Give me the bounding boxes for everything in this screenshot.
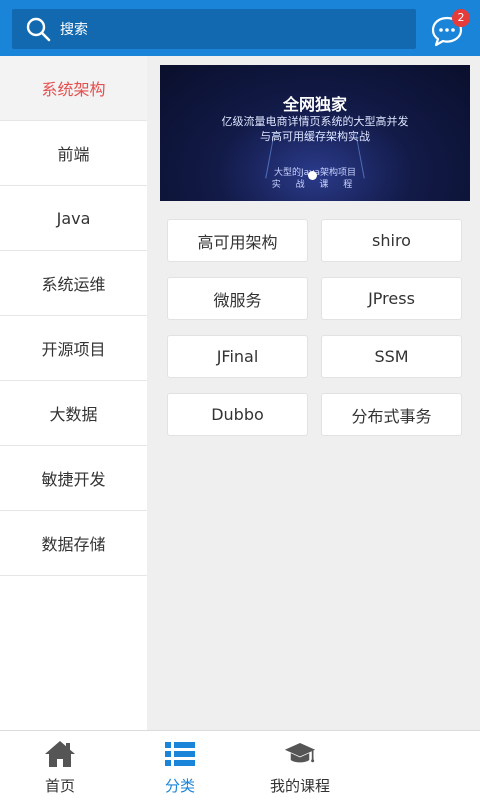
nav-home-label: 首页 bbox=[44, 777, 75, 795]
nav-my-courses-label: 我的课程 bbox=[269, 777, 330, 795]
bottom-navigation: 首页 分类 我的课程 bbox=[0, 730, 480, 800]
nav-categories-label: 分类 bbox=[164, 777, 195, 795]
app-root: 搜索 2 系统架构 前端 Java 系统运维 开源项目 大数据 敏捷开发 数据存… bbox=[0, 0, 480, 800]
sidebar-item-java[interactable]: Java bbox=[0, 186, 147, 251]
category-sidebar: 系统架构 前端 Java 系统运维 开源项目 大数据 敏捷开发 数据存储 bbox=[0, 56, 147, 730]
tag-shiro[interactable]: shiro bbox=[321, 219, 462, 262]
tag-ssm[interactable]: SSM bbox=[321, 335, 462, 378]
tag-high-availability[interactable]: 高可用架构 bbox=[167, 219, 308, 262]
search-placeholder: 搜索 bbox=[60, 22, 88, 38]
sidebar-item-frontend[interactable]: 前端 bbox=[0, 121, 147, 186]
tag-jpress[interactable]: JPress bbox=[321, 277, 462, 320]
banner-subtitle-line2: 与高可用缓存架构实战 bbox=[260, 130, 370, 143]
sidebar-item-open-source[interactable]: 开源项目 bbox=[0, 316, 147, 381]
nav-my-courses[interactable]: 我的课程 bbox=[240, 731, 360, 800]
sidebar-item-data-storage[interactable]: 数据存储 bbox=[0, 511, 147, 576]
banner-title: 全网独家 bbox=[282, 95, 347, 114]
message-count-badge: 2 bbox=[452, 9, 470, 27]
search-bar[interactable]: 搜索 bbox=[12, 9, 416, 49]
graduation-cap-icon bbox=[284, 739, 316, 769]
nav-home[interactable]: 首页 bbox=[0, 731, 120, 800]
promo-banner[interactable]: 全网独家 亿级流量电商详情页系统的大型高并发 与高可用缓存架构实战 大型的Jav… bbox=[160, 65, 470, 201]
nav-categories[interactable]: 分类 bbox=[120, 731, 240, 800]
banner-page-indicator bbox=[308, 171, 317, 180]
search-icon bbox=[24, 15, 52, 43]
sidebar-item-big-data[interactable]: 大数据 bbox=[0, 381, 147, 446]
tag-dubbo[interactable]: Dubbo bbox=[167, 393, 308, 436]
tag-jfinal[interactable]: JFinal bbox=[167, 335, 308, 378]
tag-distributed-transactions[interactable]: 分布式事务 bbox=[321, 393, 462, 436]
sidebar-item-architecture[interactable]: 系统架构 bbox=[0, 56, 147, 121]
top-bar: 搜索 2 bbox=[0, 0, 480, 56]
tag-microservices[interactable]: 微服务 bbox=[167, 277, 308, 320]
sidebar-item-agile[interactable]: 敏捷开发 bbox=[0, 446, 147, 511]
banner-subtitle-line1: 亿级流量电商详情页系统的大型高并发 bbox=[221, 115, 409, 128]
list-icon bbox=[164, 739, 196, 769]
home-icon bbox=[44, 739, 76, 769]
sidebar-item-ops[interactable]: 系统运维 bbox=[0, 251, 147, 316]
